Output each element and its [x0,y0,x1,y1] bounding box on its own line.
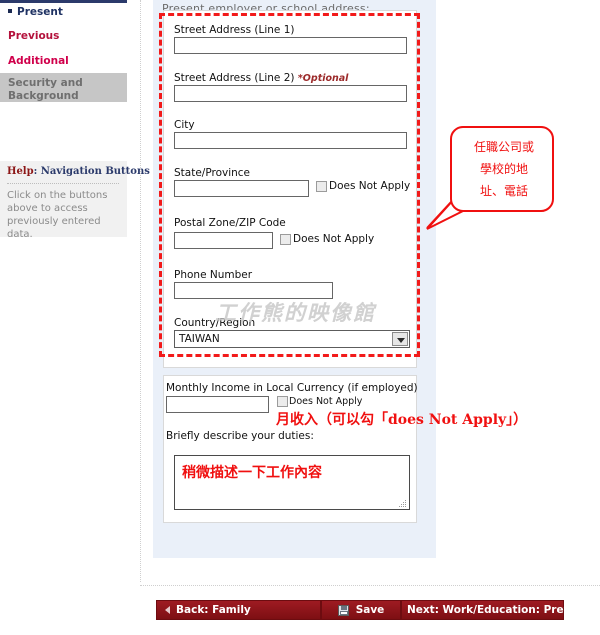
sidebar-item-additional[interactable]: Additional [8,55,69,67]
monthly-income-input[interactable] [166,396,269,413]
callout-line-2: 學校的地 [479,162,528,176]
monthly-income-label: Monthly Income in Local Currency (if emp… [166,382,418,394]
help-body-text: Click on the buttons above to access pre… [7,190,108,240]
divider [7,183,119,184]
duties-annotation: 稍微描述一下工作內容 [182,465,322,481]
sidebar-top-rule [0,0,127,3]
sidebar-item-label: Additional [8,55,69,67]
sidebar-item-previous[interactable]: Previous [8,30,59,42]
watermark: 工作熊的映像館 [215,301,376,325]
help-title: Help: Navigation Buttons [7,166,150,177]
callout-line-3: 址、電話 [479,184,528,198]
duties-label: Briefly describe your duties: [166,430,314,442]
callout-line-1: 任職公司或 [473,140,534,154]
footer-divider [140,585,600,586]
sidebar: Present Previous Additional Security and… [0,0,150,635]
back-button-label: Back: Family [176,604,251,616]
sidebar-item-label: Security and Background [8,77,83,102]
resize-grip-icon[interactable] [398,499,407,508]
sidebar-item-label: Previous [8,30,60,42]
next-work-education-button[interactable]: Next: Work/Education: Previous [401,600,595,620]
callout-bubble: 任職公司或 學校的地 址、電話 [450,126,554,212]
income-annotation: 月收入（可以勾「does Not Apply」） [276,412,528,428]
help-panel: Help: Navigation Buttons Click on the bu… [0,161,150,240]
next-button-label: Next: Work/Education: Previous [407,604,595,616]
column-divider [140,0,141,582]
back-family-button[interactable]: Back: Family [156,600,321,620]
arrow-left-icon [165,606,170,614]
income-does-not-apply-label: Does Not Apply [289,396,363,407]
bullet-icon [8,9,12,13]
save-button-label: Save [355,604,385,616]
floppy-disk-icon [337,604,349,616]
income-does-not-apply-checkbox[interactable] [277,396,288,407]
sidebar-item-present[interactable]: Present [8,6,63,18]
help-title-rest: : Navigation Buttons [33,166,150,177]
form-navigation-buttons: Back: Family Save Next: Work/Education: … [156,600,595,620]
save-button[interactable]: Save [321,600,401,620]
sidebar-item-label: Present [17,6,63,18]
callout-text: 任職公司或 學校的地 址、電話 [452,136,556,202]
sidebar-item-security-background[interactable]: Security and Background [0,73,127,102]
help-title-word: Help [7,166,34,177]
